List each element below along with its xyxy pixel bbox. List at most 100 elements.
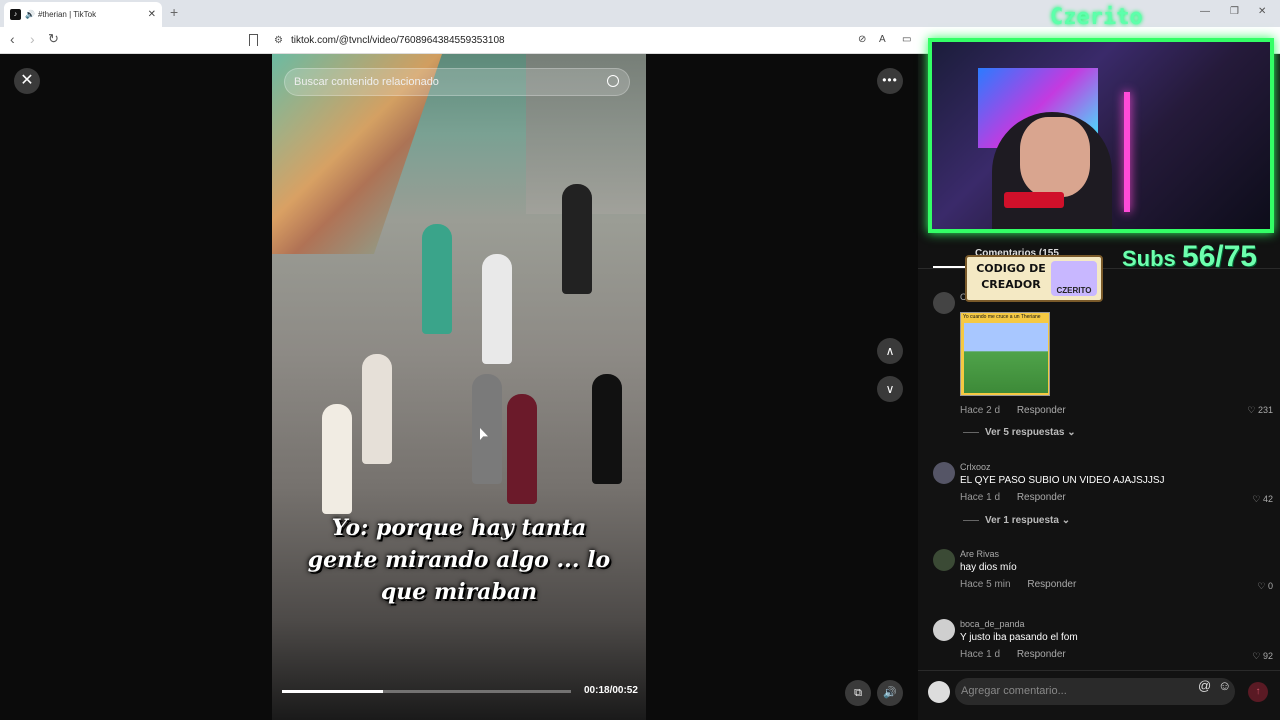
minimize-icon[interactable]: — bbox=[1200, 6, 1210, 17]
streamer-name: Czerito bbox=[1050, 5, 1143, 30]
comment-composer: Agregar comentario... @ ☺ ↑ bbox=[918, 670, 1280, 720]
pedestrian bbox=[507, 394, 537, 504]
send-button[interactable]: ↑ bbox=[1248, 682, 1268, 702]
view-replies-label: Ver 5 respuestas bbox=[985, 427, 1065, 438]
pedestrian bbox=[482, 254, 512, 364]
comment-user[interactable]: boca_de_panda bbox=[960, 619, 1025, 629]
like-button[interactable]: ♡ 231 bbox=[1247, 405, 1273, 416]
comment-time: Hace 5 min bbox=[960, 579, 1011, 590]
pedestrian bbox=[592, 374, 622, 484]
comment-meta: Hace 2 d Responder bbox=[960, 405, 1066, 416]
reply-button[interactable]: Responder bbox=[1017, 492, 1066, 503]
tab-title: #therian | TikTok bbox=[37, 10, 97, 19]
comment-input[interactable]: Agregar comentario... bbox=[955, 678, 1235, 705]
pedestrian bbox=[362, 354, 392, 464]
microphone bbox=[1004, 192, 1064, 208]
video-caption: Yo: porque hay tanta gente mirando algo … bbox=[307, 515, 611, 605]
creator-logo: CZERITO bbox=[1051, 261, 1097, 296]
like-count: 92 bbox=[1262, 651, 1273, 661]
cam-light bbox=[1124, 92, 1130, 212]
video-frame[interactable]: Buscar contenido relacionado Yo: porque … bbox=[272, 54, 646, 720]
pedestrian bbox=[322, 404, 352, 514]
video-progress-bar[interactable] bbox=[282, 690, 571, 693]
like-button[interactable]: ♡ 92 bbox=[1252, 651, 1273, 662]
comment-time: Hace 1 d bbox=[960, 649, 1001, 660]
comment-item: boca_de_panda Y justo iba pasando el fom… bbox=[933, 619, 1273, 664]
view-replies-label: Ver 1 respuesta bbox=[985, 515, 1059, 526]
comment-item: C Yo cuando me cruce a un Theriane Hace … bbox=[933, 292, 1273, 442]
avatar[interactable] bbox=[933, 549, 955, 571]
close-video-button[interactable]: ✕ bbox=[14, 68, 40, 94]
like-button[interactable]: ♡ 42 bbox=[1252, 494, 1273, 505]
cartoon-image bbox=[964, 323, 1048, 393]
creator-code-text: CODIGO DE CREADOR bbox=[976, 262, 1046, 291]
related-search-placeholder: Buscar contenido relacionado bbox=[294, 76, 439, 88]
comment-meta: Hace 1 d Responder bbox=[960, 649, 1066, 660]
comment-text: hay dios mío bbox=[960, 562, 1017, 573]
like-count: 0 bbox=[1267, 581, 1273, 591]
comment-item: Are Rivas hay dios mío Hace 5 min Respon… bbox=[933, 549, 1273, 594]
restore-icon[interactable]: ❐ bbox=[1230, 6, 1239, 17]
comment-user[interactable]: Are Rivas bbox=[960, 549, 999, 559]
pip-button[interactable]: ⧉ bbox=[845, 680, 871, 706]
back-icon[interactable]: ‹ bbox=[10, 31, 15, 47]
more-options-button[interactable]: ••• bbox=[877, 68, 903, 94]
subs-goal: Subs 56/75 bbox=[1122, 240, 1257, 274]
emoji-icon[interactable]: ☺ bbox=[1218, 678, 1231, 693]
like-button[interactable]: ♡ 0 bbox=[1257, 581, 1273, 592]
speaker-icon[interactable]: 🔊 bbox=[25, 10, 35, 19]
volume-button[interactable]: 🔊 bbox=[877, 680, 903, 706]
reply-button[interactable]: Responder bbox=[1027, 579, 1076, 590]
avatar[interactable] bbox=[933, 292, 955, 314]
comment-text: Y justo iba pasando el fom bbox=[960, 632, 1078, 643]
browser-tab[interactable]: ♪ 🔊 #therian | TikTok ✕ bbox=[4, 2, 162, 27]
address-bar[interactable]: ⚙ tiktok.com/@tvncl/video/76089643845593… bbox=[270, 30, 930, 51]
like-count: 42 bbox=[1262, 494, 1273, 504]
cast-icon[interactable]: ▭ bbox=[902, 34, 911, 45]
creator-code-badge: CODIGO DE CREADOR CZERITO bbox=[965, 255, 1103, 302]
window-close-icon[interactable]: ✕ bbox=[1258, 6, 1266, 17]
comment-image[interactable]: Yo cuando me cruce a un Theriane bbox=[960, 312, 1050, 396]
pedestrian bbox=[562, 184, 592, 294]
chevron-down-icon: ⌄ bbox=[1061, 515, 1071, 526]
like-count: 231 bbox=[1257, 405, 1273, 415]
avatar[interactable] bbox=[928, 681, 950, 703]
related-search-input[interactable]: Buscar contenido relacionado bbox=[284, 68, 630, 96]
avatar[interactable] bbox=[933, 619, 955, 641]
webcam-overlay bbox=[928, 38, 1274, 233]
no-tracking-icon[interactable]: ⊘ bbox=[858, 34, 866, 45]
comment-time: Hace 2 d bbox=[960, 405, 1001, 416]
chevron-down-icon: ⌄ bbox=[1067, 427, 1076, 438]
view-replies-button[interactable]: Ver 5 respuestas ⌄ bbox=[963, 427, 1076, 438]
comment-meta: Hace 5 min Responder bbox=[960, 579, 1076, 590]
comment-item: Crlxooz EL QYE PASO SUBIO UN VIDEO AJAJS… bbox=[933, 462, 1273, 530]
bookmark-icon[interactable] bbox=[249, 34, 258, 46]
new-tab-button[interactable]: + bbox=[170, 4, 178, 20]
video-viewer: ✕ ••• ∧ ∨ Buscar contenido relacionado Y… bbox=[0, 54, 918, 720]
reply-button[interactable]: Responder bbox=[1017, 405, 1066, 416]
close-tab-icon[interactable]: ✕ bbox=[148, 9, 156, 20]
url-text: tiktok.com/@tvncl/video/7608964384559353… bbox=[290, 35, 505, 46]
mention-icon[interactable]: @ bbox=[1198, 678, 1211, 693]
tiktok-icon: ♪ bbox=[10, 9, 21, 20]
reply-button[interactable]: Responder bbox=[1017, 649, 1066, 660]
comment-user[interactable]: Crlxooz bbox=[960, 462, 991, 472]
progress-fill bbox=[282, 690, 384, 693]
previous-video-button[interactable]: ∧ bbox=[877, 338, 903, 364]
search-icon[interactable] bbox=[607, 75, 619, 87]
comment-meta: Hace 1 d Responder bbox=[960, 492, 1066, 503]
streamer-face bbox=[1020, 117, 1090, 197]
subs-label: Subs bbox=[1122, 246, 1176, 271]
avatar[interactable] bbox=[933, 462, 955, 484]
forward-icon[interactable]: › bbox=[30, 31, 35, 47]
next-video-button[interactable]: ∨ bbox=[877, 376, 903, 402]
view-replies-button[interactable]: Ver 1 respuesta ⌄ bbox=[963, 515, 1070, 526]
translate-icon[interactable]: A bbox=[879, 34, 886, 45]
thread-line bbox=[963, 431, 979, 433]
comment-image-caption: Yo cuando me cruce a un Theriane bbox=[963, 314, 1041, 320]
subs-count: 56/75 bbox=[1181, 240, 1257, 273]
reload-icon[interactable]: ↻ bbox=[48, 31, 59, 47]
thread-line bbox=[963, 519, 979, 521]
site-info-icon[interactable]: ⚙ bbox=[274, 35, 283, 46]
video-time: 00:18/00:52 bbox=[584, 685, 638, 696]
